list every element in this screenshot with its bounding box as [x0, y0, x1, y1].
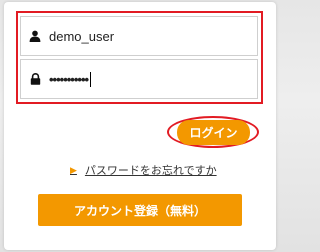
forgot-password-label: パスワードをお忘れですか: [84, 165, 217, 177]
password-value: •••••••••••: [49, 71, 89, 87]
register-button[interactable]: アカウント登録（無料）: [38, 194, 242, 226]
password-field[interactable]: •••••••••••: [20, 59, 258, 99]
username-field[interactable]: demo_user: [20, 16, 258, 56]
user-icon: [23, 30, 47, 42]
lock-icon: [23, 73, 47, 85]
username-value: demo_user: [49, 28, 115, 44]
triangle-right-icon: ▶: [70, 164, 77, 175]
forgot-password-link[interactable]: ▶ パスワードをお忘れですか: [70, 162, 217, 178]
login-button[interactable]: ログイン: [177, 120, 250, 145]
text-cursor: [90, 71, 92, 87]
